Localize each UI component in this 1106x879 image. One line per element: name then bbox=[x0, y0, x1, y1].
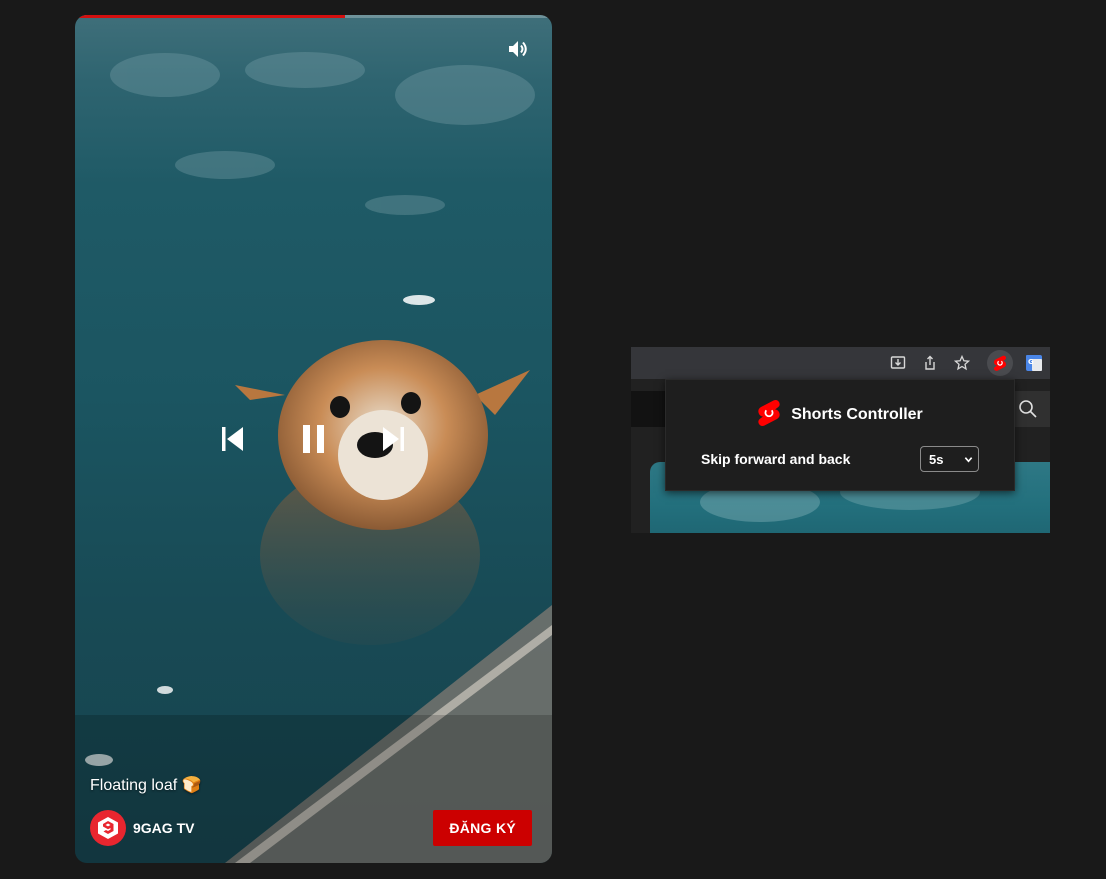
install-icon[interactable] bbox=[890, 355, 906, 371]
skip-label: Skip forward and back bbox=[701, 451, 851, 467]
shorts-player[interactable]: Floating loaf 🍞 9GAG TV ĐĂNG KÝ bbox=[75, 15, 552, 863]
svg-text:G: G bbox=[1028, 358, 1034, 366]
skip-interval-value: 5s bbox=[929, 451, 944, 467]
browser-toolbar: G bbox=[631, 347, 1050, 379]
next-icon[interactable] bbox=[376, 419, 410, 459]
browser-snippet: G Shorts Controller Skip forward and bac… bbox=[631, 347, 1050, 533]
9gag-logo-icon[interactable] bbox=[90, 810, 126, 846]
progress-track[interactable] bbox=[75, 15, 552, 18]
skip-interval-select[interactable]: 5s bbox=[920, 446, 979, 472]
channel-name[interactable]: 9GAG TV bbox=[133, 820, 194, 836]
screen: Floating loaf 🍞 9GAG TV ĐĂNG KÝ G Shorts… bbox=[0, 0, 1106, 879]
popup-title: Shorts Controller bbox=[791, 406, 923, 423]
shorts-controller-popup: Shorts Controller Skip forward and back … bbox=[665, 379, 1015, 491]
skip-setting-row: Skip forward and back 5s bbox=[701, 446, 979, 472]
previous-icon[interactable] bbox=[216, 419, 250, 459]
channel-info[interactable]: 9GAG TV bbox=[90, 810, 194, 846]
volume-icon[interactable] bbox=[506, 37, 530, 61]
shorts-extension-icon[interactable] bbox=[987, 350, 1013, 376]
progress-fill bbox=[75, 15, 345, 18]
google-translate-icon[interactable]: G bbox=[1026, 355, 1042, 371]
shorts-logo-icon bbox=[757, 399, 781, 432]
bookmark-star-icon[interactable] bbox=[953, 354, 971, 371]
subscribe-button[interactable]: ĐĂNG KÝ bbox=[433, 810, 532, 846]
playback-controls bbox=[75, 419, 552, 459]
pause-icon[interactable] bbox=[297, 419, 331, 459]
chevron-down-icon bbox=[964, 456, 973, 463]
share-icon[interactable] bbox=[922, 355, 938, 371]
popup-header: Shorts Controller bbox=[666, 399, 1014, 432]
video-caption[interactable]: Floating loaf 🍞 bbox=[90, 775, 202, 795]
